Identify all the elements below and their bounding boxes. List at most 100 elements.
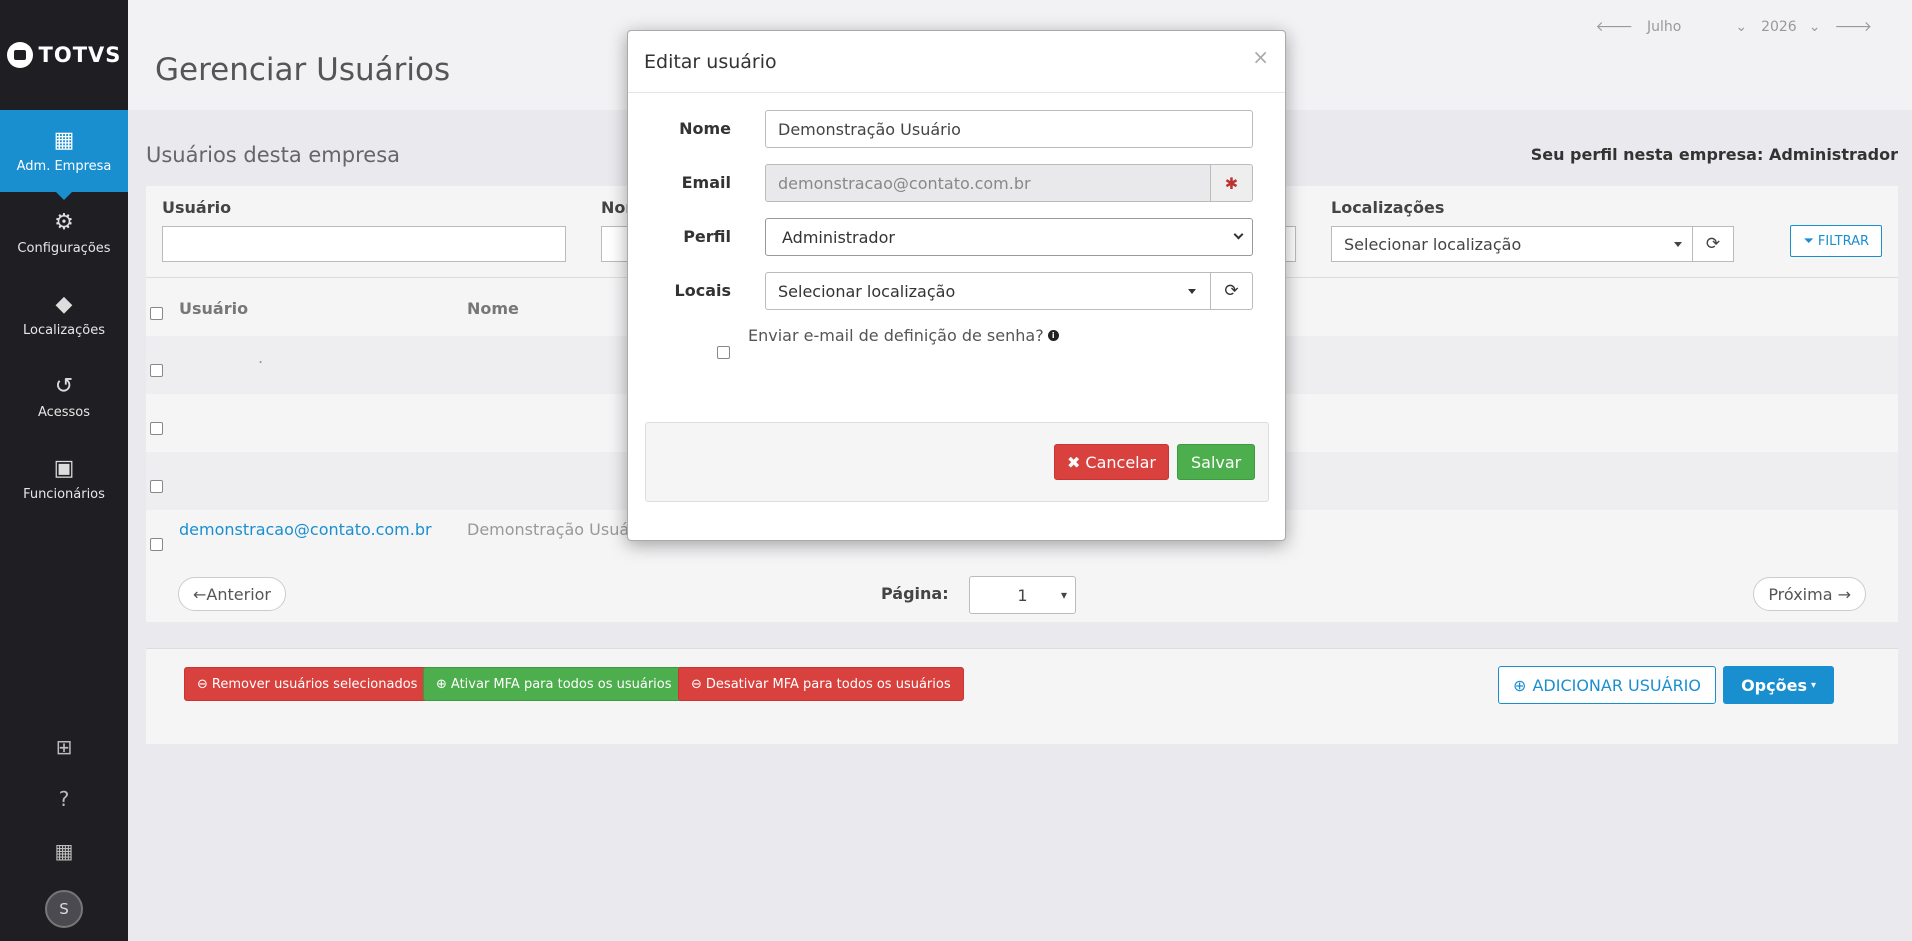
nome-field[interactable]: Demonstração Usuário xyxy=(765,110,1253,148)
remove-selected-label: Remover usuários selecionados xyxy=(211,676,418,692)
arrow-right-icon[interactable]: 🡒 xyxy=(1834,18,1872,35)
month-value: Julho xyxy=(1647,18,1682,35)
chevron-down-icon xyxy=(1233,229,1244,240)
row-checkbox[interactable] xyxy=(150,364,163,377)
close-icon[interactable]: × xyxy=(1252,45,1269,69)
row-usuario: . xyxy=(258,348,264,367)
column-header-nome: Nome xyxy=(467,299,519,318)
perfil-select[interactable]: Administrador xyxy=(765,218,1253,256)
chevron-down-icon: ▾ xyxy=(1060,588,1067,602)
minus-circle-icon: ⊖ xyxy=(691,676,702,692)
row-nome: Demonstração Usuário xyxy=(467,520,650,539)
profile-note: Seu perfil nesta empresa: Administrador xyxy=(1531,145,1898,164)
filter-button-label: FILTRAR xyxy=(1817,233,1869,249)
tag-icon: ◆ xyxy=(55,292,73,317)
sidebar: TOTVS ▦ Adm. Empresa ⚙ Configurações ◆ L… xyxy=(0,0,128,941)
row-checkbox[interactable] xyxy=(150,480,163,493)
refresh-icon[interactable]: ⟳ xyxy=(1692,226,1734,262)
caret-down-icon xyxy=(1188,289,1196,294)
enable-mfa-label: Ativar MFA para todos os usuários xyxy=(450,676,672,692)
sidebar-item-label: Configurações xyxy=(17,241,111,256)
refresh-icon[interactable]: ⟳ xyxy=(1210,272,1253,310)
next-button[interactable]: Próxima → xyxy=(1753,577,1866,611)
history-icon: ↺ xyxy=(54,374,74,399)
row-checkbox[interactable] xyxy=(150,538,163,551)
chevron-down-icon: ⌄ xyxy=(1735,18,1748,35)
filter-usuario-input[interactable] xyxy=(162,226,566,262)
sidebar-item-funcionarios[interactable]: ▣ Funcionários xyxy=(0,438,128,520)
modal-title: Editar usuário xyxy=(644,51,777,73)
month-select[interactable]: Julho ⌄ xyxy=(1647,19,1747,35)
column-header-usuario: Usuário xyxy=(179,299,249,318)
email-value: demonstracao@contato.com.br xyxy=(778,173,1031,193)
locais-select[interactable]: Selecionar localização xyxy=(765,272,1211,310)
id-badge-icon: ▣ xyxy=(53,456,75,481)
remove-selected-button[interactable]: ⊖ Remover usuários selecionados xyxy=(184,667,431,701)
options-button[interactable]: Opções ▾ xyxy=(1723,666,1834,704)
caret-down-icon xyxy=(1674,242,1682,247)
page-title: Gerenciar Usuários xyxy=(155,52,451,88)
modal-footer: ✖ Cancelar Salvar xyxy=(645,422,1269,502)
year-select[interactable]: 2026 ⌄ xyxy=(1761,19,1820,35)
send-email-label-wrap: Enviar e-mail de definição de senha? i xyxy=(748,326,1059,345)
disable-mfa-label: Desativar MFA para todos os usuários xyxy=(705,676,951,692)
filter-usuario-label: Usuário xyxy=(162,198,232,217)
sidebar-item-configuracoes[interactable]: ⚙ Configurações xyxy=(0,192,128,274)
enable-mfa-button[interactable]: ⊕ Ativar MFA para todos os usuários xyxy=(423,667,685,701)
nome-label: Nome xyxy=(679,119,731,138)
previous-button[interactable]: ←Anterior xyxy=(178,577,286,611)
edit-user-modal: Editar usuário × Nome Demonstração Usuár… xyxy=(627,30,1286,541)
filter-localizacoes-value: Selecionar localização xyxy=(1344,234,1522,254)
disable-mfa-button[interactable]: ⊖ Desativar MFA para todos os usuários xyxy=(678,667,964,701)
required-asterisk-icon: ✱ xyxy=(1210,164,1253,202)
send-email-checkbox[interactable] xyxy=(717,346,730,359)
sidebar-item-acessos[interactable]: ↺ Acessos xyxy=(0,356,128,438)
sidebar-item-label: Adm. Empresa xyxy=(16,159,112,174)
sidebar-item-localizacoes[interactable]: ◆ Localizações xyxy=(0,274,128,356)
totvs-logo-icon xyxy=(6,42,33,68)
cancel-label: Cancelar xyxy=(1085,452,1156,472)
add-user-button[interactable]: ⊕ ADICIONAR USUÁRIO xyxy=(1498,666,1716,704)
chevron-down-icon: ⌄ xyxy=(1808,18,1821,35)
avatar[interactable]: S xyxy=(45,890,83,928)
year-value: 2026 xyxy=(1761,18,1797,35)
add-user-label: ADICIONAR USUÁRIO xyxy=(1532,675,1701,695)
send-email-label: Enviar e-mail de definição de senha? xyxy=(748,326,1044,345)
period-selector: 🡐 Julho ⌄ 2026 ⌄ 🡒 xyxy=(1595,18,1872,36)
plus-circle-icon: ⊕ xyxy=(1513,675,1527,695)
options-label: Opções xyxy=(1741,675,1807,695)
filter-button[interactable]: ⏷ FILTRAR xyxy=(1790,225,1882,257)
page-value: 1 xyxy=(1017,585,1028,605)
help-icon[interactable]: ? xyxy=(0,773,128,825)
profile-label: Seu perfil nesta empresa: xyxy=(1530,145,1764,164)
perfil-value: Administrador xyxy=(782,227,895,247)
company-icon[interactable]: ▦ xyxy=(0,825,128,877)
sidebar-item-adm-empresa[interactable]: ▦ Adm. Empresa xyxy=(0,110,128,200)
arrow-left-icon[interactable]: 🡐 xyxy=(1595,18,1633,35)
page-select[interactable]: 1 ▾ xyxy=(969,576,1076,614)
email-field: demonstracao@contato.com.br xyxy=(765,164,1211,202)
locais-label: Locais xyxy=(674,281,731,300)
plus-circle-icon: ⊕ xyxy=(436,676,447,692)
filter-localizacoes-select[interactable]: Selecionar localização xyxy=(1331,226,1693,262)
sidebar-bottom: ⊞ ? ▦ S xyxy=(0,721,128,941)
save-button[interactable]: Salvar xyxy=(1177,444,1256,480)
sidebar-item-label: Acessos xyxy=(37,405,91,420)
apps-grid-icon[interactable]: ⊞ xyxy=(0,721,128,773)
profile-value: Administrador xyxy=(1768,145,1898,164)
email-label: Email xyxy=(681,173,731,192)
avatar-wrap: S xyxy=(0,877,128,941)
nome-value: Demonstração Usuário xyxy=(778,119,961,139)
section-title: Usuários desta empresa xyxy=(146,143,400,167)
logo-text: TOTVS xyxy=(38,43,122,67)
locais-value: Selecionar localização xyxy=(778,281,956,301)
select-all-checkbox[interactable] xyxy=(150,307,163,320)
page-label: Página: xyxy=(881,584,949,603)
modal-header: Editar usuário × xyxy=(628,31,1285,93)
funnel-icon: ⏷ xyxy=(1803,233,1814,249)
row-usuario-link[interactable]: demonstracao@contato.com.br xyxy=(179,520,432,539)
cancel-button[interactable]: ✖ Cancelar xyxy=(1054,444,1169,480)
logo[interactable]: TOTVS xyxy=(0,0,128,110)
info-icon[interactable]: i xyxy=(1047,330,1059,341)
row-checkbox[interactable] xyxy=(150,422,163,435)
